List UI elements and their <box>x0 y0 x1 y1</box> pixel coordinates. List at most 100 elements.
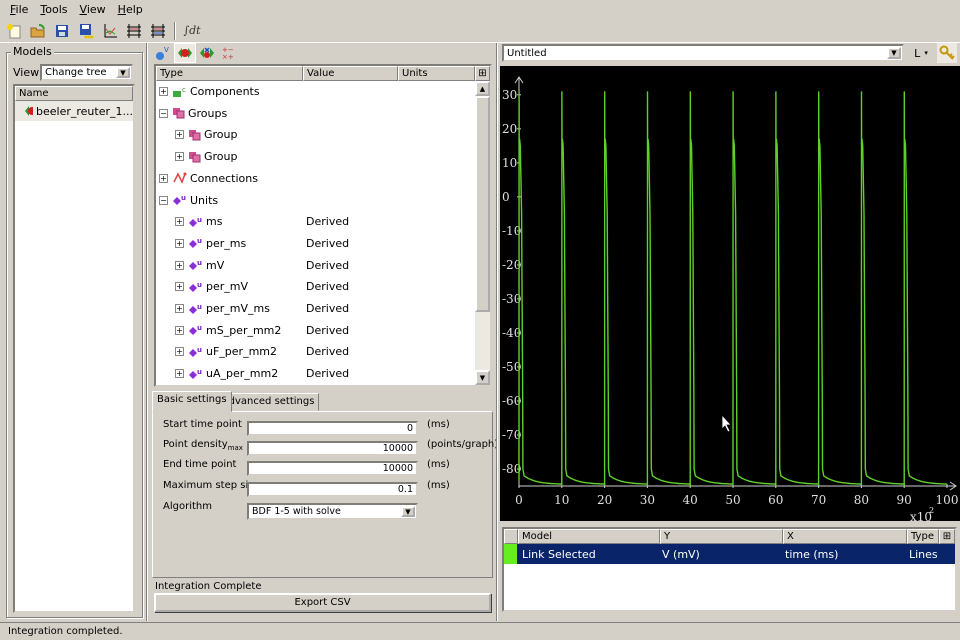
save-button[interactable] <box>50 20 74 42</box>
tree-row[interactable]: + Group <box>156 124 478 145</box>
equations-button[interactable]: +− ×+ <box>218 43 240 63</box>
column-units[interactable]: Units <box>398 66 475 81</box>
x-multiplier-exponent: 2 <box>929 506 934 515</box>
tree-row[interactable]: + u mS_per_mm2 Derived <box>156 320 478 341</box>
tree-row[interactable]: + u per_ms Derived <box>156 233 478 254</box>
chevron-down-icon[interactable]: ▼ <box>401 506 415 517</box>
field-input[interactable] <box>247 441 418 456</box>
collapse-icon[interactable]: − <box>159 108 168 118</box>
open-icon <box>30 23 45 37</box>
right-splitter[interactable] <box>496 43 498 621</box>
left-splitter[interactable] <box>146 43 148 621</box>
menu-view[interactable]: View <box>74 3 112 16</box>
tree-row[interactable]: − u Units <box>156 190 478 211</box>
tree-row[interactable]: + u uF_per_mm2 Derived <box>156 341 478 362</box>
scroll-thumb[interactable] <box>475 96 490 312</box>
models-list-header[interactable]: Name <box>15 86 133 101</box>
algorithm-select[interactable]: BDF 1-5 with solve ▼ <box>247 503 418 520</box>
column-color[interactable] <box>504 529 518 544</box>
expand-icon[interactable]: + <box>175 152 184 162</box>
trace-color-swatch[interactable] <box>504 544 517 564</box>
menu-file[interactable]: File <box>4 3 34 16</box>
trace-row[interactable]: Link Selected V (mV) time (ms) Lines <box>504 544 955 564</box>
graph-select[interactable]: Untitled ▼ <box>502 44 904 62</box>
expand-icon[interactable]: + <box>175 130 184 140</box>
column-x[interactable]: X <box>783 529 907 544</box>
column-model[interactable]: Model <box>518 529 660 544</box>
plot-area[interactable]: 30 20 10 0 -10 -20 -30 -40 -50 -60 -70 -80 0 10 20 30 40… <box>500 66 960 524</box>
new-button[interactable] <box>2 20 26 42</box>
add-graph-icon <box>104 23 117 37</box>
expand-icon[interactable]: + <box>159 87 168 96</box>
tab-basic-settings[interactable]: Basic settings <box>152 391 232 412</box>
axis-menu-button[interactable]: L ▾ <box>908 44 934 62</box>
model-view-button[interactable] <box>174 43 196 63</box>
add-graph-grid-button[interactable] <box>146 20 170 42</box>
menu-help[interactable]: Help <box>112 3 149 16</box>
scroll-up-icon[interactable]: ▲ <box>475 81 490 96</box>
tab-advanced-settings[interactable]: Advanced settings <box>217 393 320 411</box>
y-tick-label: 30 <box>502 88 517 102</box>
field-label: End time point <box>163 459 236 470</box>
view-select[interactable]: Change tree ▼ <box>40 64 133 81</box>
field-input[interactable] <box>247 461 418 476</box>
add-graph-row-button[interactable] <box>122 20 146 42</box>
svg-text:u: u <box>197 324 202 332</box>
column-value[interactable]: Value <box>303 66 398 81</box>
integrate-button[interactable]: ∫dt <box>180 20 204 42</box>
column-type[interactable]: Type <box>156 66 303 81</box>
field-input[interactable] <box>247 482 418 497</box>
expand-icon[interactable]: + <box>175 325 184 335</box>
collapse-icon[interactable]: − <box>159 195 168 205</box>
dropdown-arrow-icon: ▾ <box>924 49 928 57</box>
integration-status: Integration Complete <box>155 581 262 592</box>
expand-icon[interactable]: + <box>175 260 184 270</box>
key-button[interactable] <box>937 43 957 63</box>
expand-icon[interactable]: + <box>159 173 168 183</box>
model-edit-button[interactable] <box>196 43 218 63</box>
chevron-down-icon[interactable]: ▼ <box>887 47 901 59</box>
expand-icon[interactable]: + <box>175 369 184 379</box>
tree-row[interactable]: + u uA_per_mm2 Derived <box>156 363 478 384</box>
tree-row-label: Group <box>204 150 238 164</box>
column-type[interactable]: Type <box>907 529 939 544</box>
menu-tools[interactable]: Tools <box>34 3 73 16</box>
expand-icon[interactable]: + <box>175 347 184 357</box>
variables-view-button[interactable]: V <box>152 43 174 63</box>
expand-icon[interactable]: + <box>175 217 184 227</box>
expand-icon[interactable]: + <box>175 304 184 313</box>
add-graph-button[interactable] <box>98 20 122 42</box>
tree-row[interactable]: + c Components <box>156 81 478 102</box>
column-chooser-button[interactable]: ⊞ <box>475 66 490 81</box>
open-button[interactable] <box>26 20 50 42</box>
tree-row[interactable]: + Connections <box>156 168 478 189</box>
tree-row[interactable]: + u per_mV_ms Derived <box>156 298 478 319</box>
export-csv-button[interactable]: Export CSV <box>154 593 491 612</box>
tree-row[interactable]: + u per_mV Derived <box>156 276 478 297</box>
svg-text:u: u <box>197 368 202 376</box>
column-y[interactable]: Y <box>660 529 783 544</box>
scroll-down-icon[interactable]: ▼ <box>475 370 490 385</box>
trace-y: V (mV) <box>662 547 700 561</box>
chevron-down-icon[interactable]: ▼ <box>116 67 130 78</box>
toolbar-separator <box>174 21 176 40</box>
tree-row[interactable]: + Group <box>156 146 478 167</box>
expand-icon[interactable]: + <box>175 282 184 292</box>
model-icon <box>25 106 34 116</box>
tree-row[interactable]: − Groups <box>156 103 478 124</box>
tree-scrollbar[interactable]: ▲ ▼ <box>475 81 490 385</box>
tree-row-label: Connections <box>190 171 258 185</box>
expand-icon[interactable]: + <box>175 238 184 248</box>
trace-model: Link Selected <box>522 547 596 561</box>
model-list-item[interactable]: beeler_reuter_1... <box>15 101 133 121</box>
tree-row[interactable]: + u ms Derived <box>156 211 478 232</box>
column-chooser-button[interactable]: ⊞ <box>939 529 955 544</box>
save-all-button[interactable] <box>74 20 98 42</box>
key-icon <box>939 45 955 60</box>
tree-row[interactable]: + u mV Derived <box>156 255 478 276</box>
field-label-subscript: max <box>227 444 243 452</box>
svg-text:u: u <box>197 237 202 245</box>
field-input[interactable] <box>247 421 418 436</box>
trace-type: Lines <box>909 547 938 561</box>
new-icon <box>7 23 21 38</box>
